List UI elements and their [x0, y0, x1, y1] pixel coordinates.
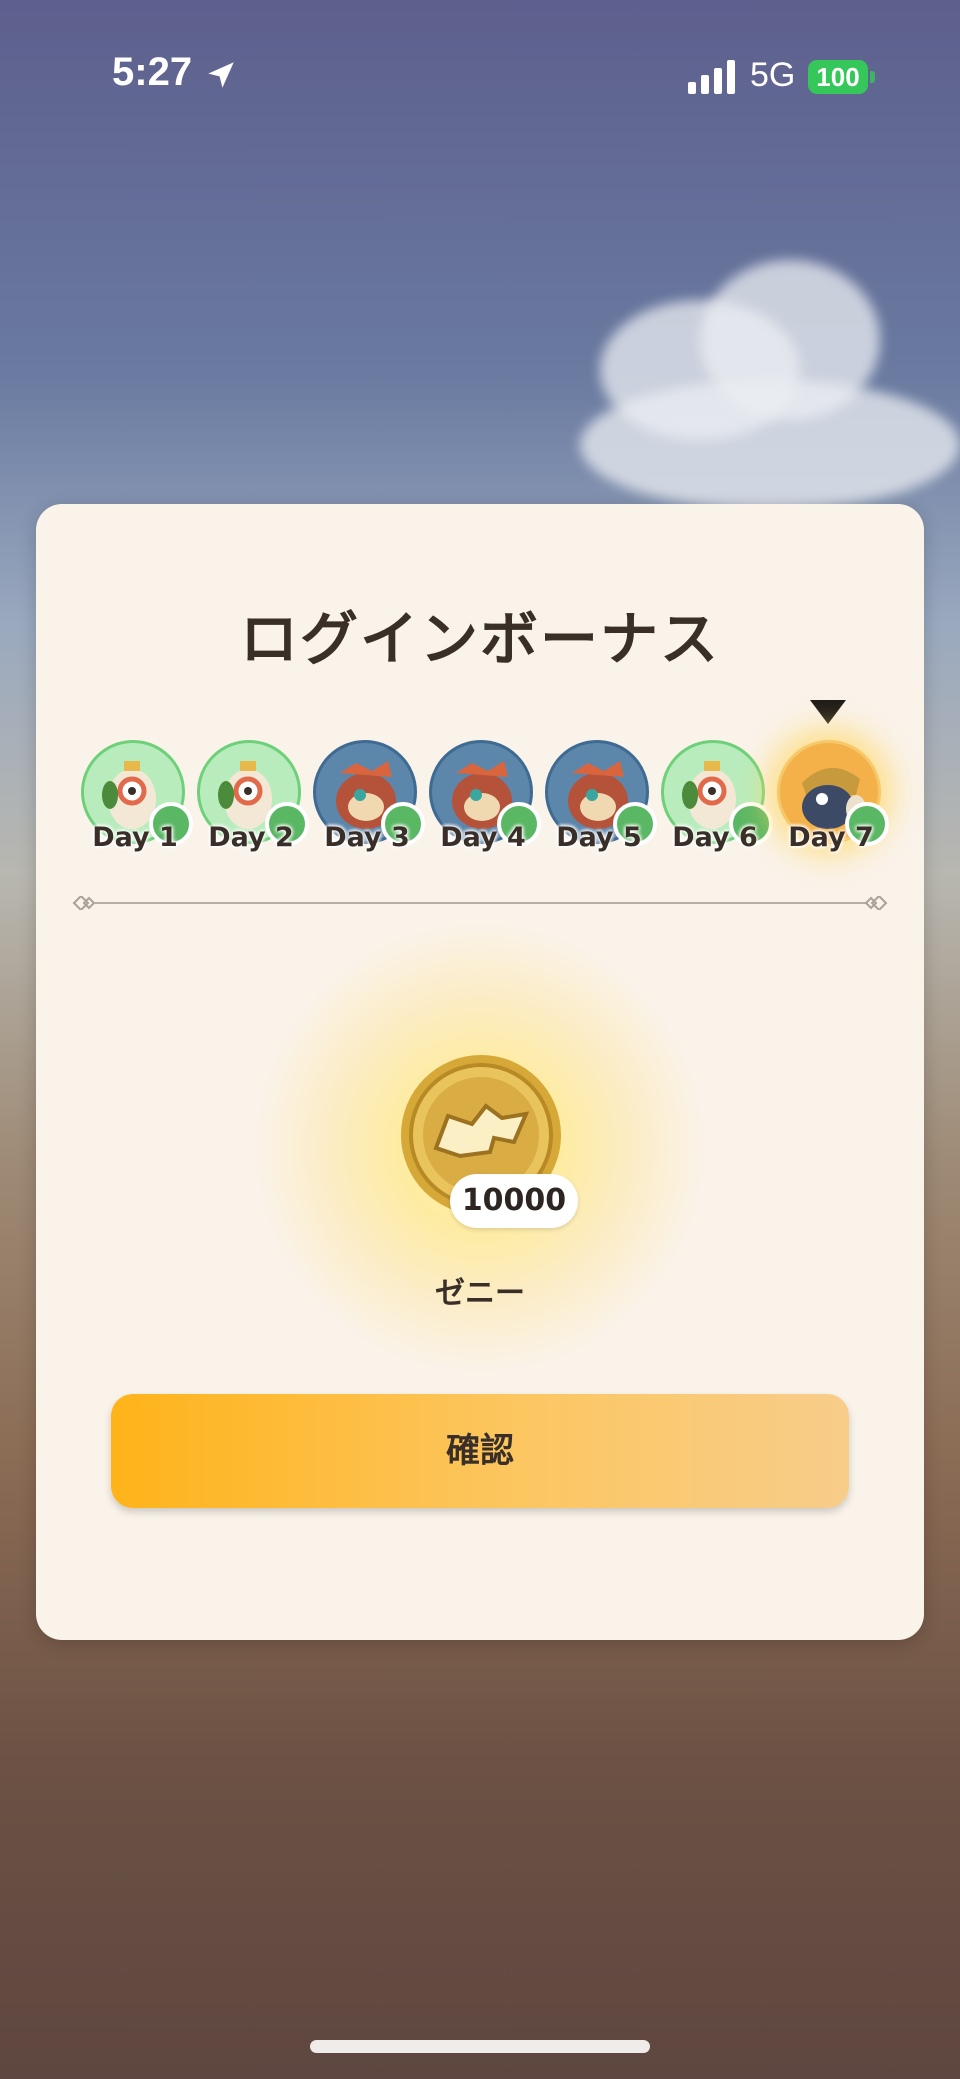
day-label: Day 6 — [672, 822, 758, 853]
dialog-title: ログインボーナス — [239, 605, 720, 673]
day-item-7: Day 7 — [775, 740, 889, 853]
day-item-4: Day 4 — [427, 740, 541, 853]
battery-tip — [870, 71, 875, 83]
day-label: Day 2 — [208, 822, 294, 853]
day-label: Day 3 — [324, 822, 410, 853]
day-label: Day 1 — [92, 822, 178, 853]
day-item-2: Day 2 — [195, 740, 309, 853]
day-label: Day 5 — [556, 822, 642, 853]
day-item-6: Day 6 — [659, 740, 773, 853]
day-item-5: Day 5 — [543, 740, 657, 853]
battery-indicator: 100 — [808, 60, 868, 94]
reward-amount-badge: 10000 — [450, 1174, 578, 1228]
day-track: Day 1 Day 2 Day 3 Day 4 Day 5 Day 6 Day … — [36, 740, 924, 853]
cloud-decoration — [580, 380, 960, 510]
decorative-divider — [72, 896, 888, 910]
day-item-3: Day 3 — [311, 740, 425, 853]
day-item-1: Day 1 — [79, 740, 193, 853]
location-arrow-icon — [208, 62, 234, 88]
day-label: Day 4 — [440, 822, 526, 853]
day-label: Day 7 — [788, 822, 874, 853]
status-time: 5:27 — [112, 50, 193, 94]
login-bonus-dialog: ログインボーナス Day 1 Day 2 Day 3 Day 4 Day 5 D… — [36, 504, 924, 1640]
reward-item-name: ゼニー — [435, 1276, 525, 1311]
confirm-button[interactable]: 確認 — [111, 1394, 849, 1508]
status-bar: 5:27 5G 100 — [0, 0, 960, 150]
network-type: 5G — [750, 56, 796, 94]
home-indicator[interactable] — [310, 2040, 650, 2053]
cellular-signal-icon — [688, 60, 735, 94]
current-day-marker-icon — [810, 700, 846, 724]
